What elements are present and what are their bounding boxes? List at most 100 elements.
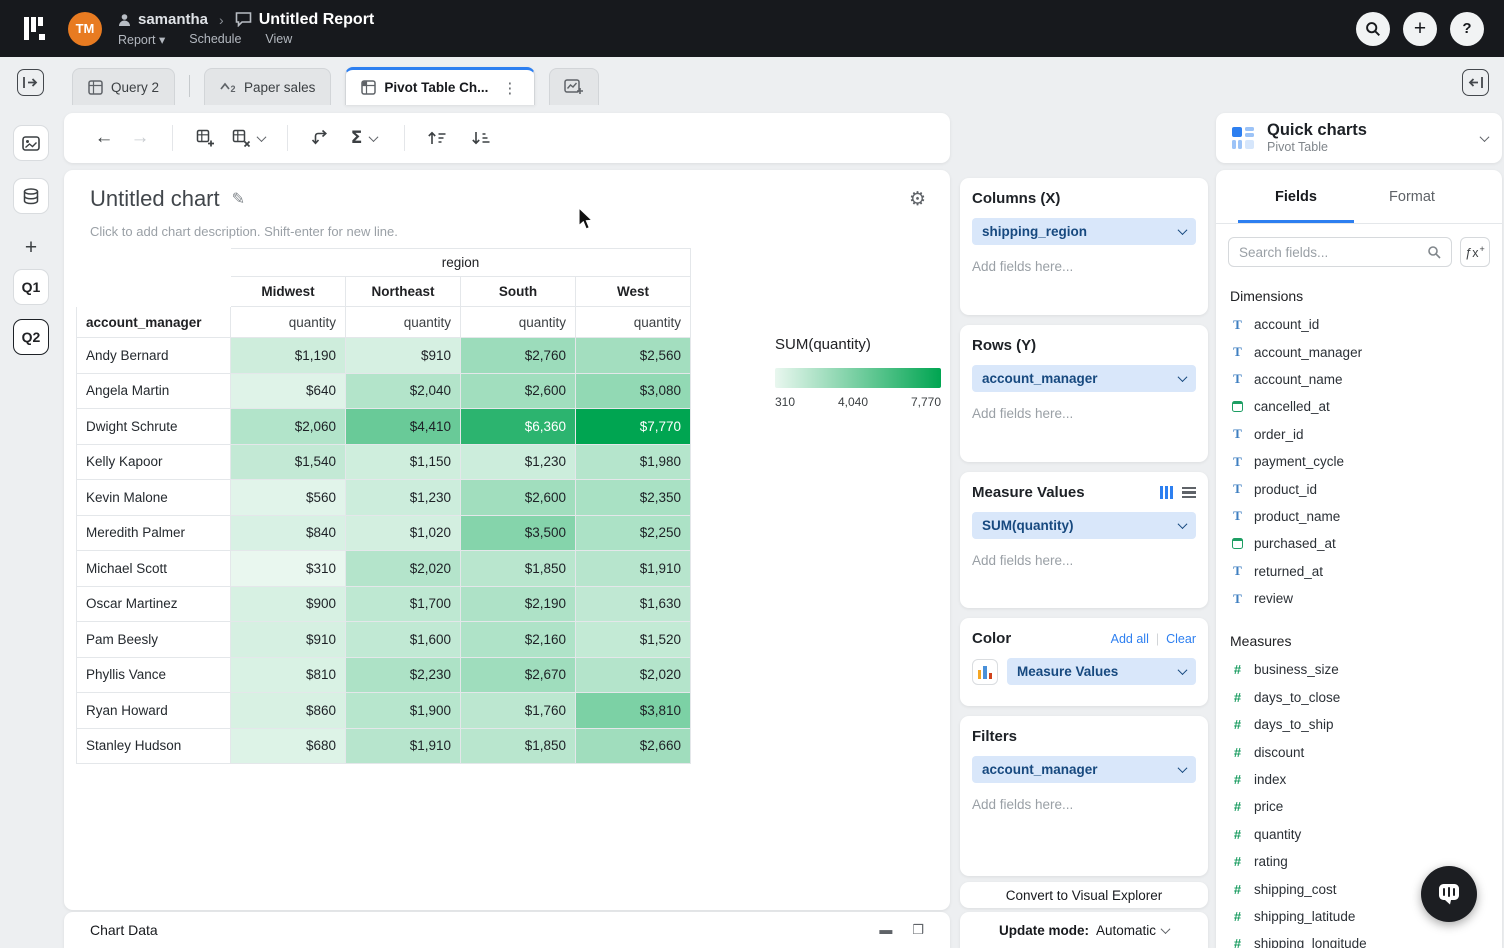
row-label[interactable]: Michael Scott: [77, 551, 231, 587]
add-pivot-field-button[interactable]: [187, 121, 223, 155]
redo-button[interactable]: →: [122, 121, 158, 155]
columns-field-pill[interactable]: shipping_region: [972, 218, 1196, 245]
heatmap-cell[interactable]: $3,080: [576, 373, 691, 409]
rows-field-pill[interactable]: account_manager: [972, 365, 1196, 392]
heatmap-cell[interactable]: $1,230: [461, 444, 576, 480]
clear-link[interactable]: Clear: [1166, 632, 1196, 646]
search-button[interactable]: [1356, 12, 1390, 46]
heatmap-cell[interactable]: $1,980: [576, 444, 691, 480]
heatmap-cell[interactable]: $2,670: [461, 657, 576, 693]
convert-to-visual-explorer-button[interactable]: Convert to Visual Explorer: [960, 882, 1208, 908]
heatmap-cell[interactable]: $2,600: [461, 373, 576, 409]
field-item-returned_at[interactable]: Treturned_at: [1230, 558, 1488, 585]
add-button[interactable]: +: [1403, 12, 1437, 46]
field-item-order_id[interactable]: Torder_id: [1230, 421, 1488, 448]
filter-field-pill[interactable]: account_manager: [972, 756, 1196, 783]
field-item-product_id[interactable]: Tproduct_id: [1230, 475, 1488, 502]
field-item-cancelled_at[interactable]: cancelled_at: [1230, 393, 1488, 420]
heatmap-cell[interactable]: $1,520: [576, 622, 691, 658]
field-item-shipping_longitude[interactable]: #shipping_longitude: [1230, 930, 1488, 948]
transpose-button[interactable]: [302, 121, 338, 155]
add-chart-tab[interactable]: [549, 68, 599, 105]
left-panel-toggle-icon[interactable]: [17, 69, 44, 96]
heatmap-cell[interactable]: $4,410: [346, 409, 461, 445]
field-item-discount[interactable]: #discount: [1230, 738, 1488, 765]
column-header[interactable]: West: [576, 277, 691, 307]
breadcrumb-username[interactable]: samantha: [138, 11, 208, 28]
row-label[interactable]: Kelly Kapoor: [77, 444, 231, 480]
heatmap-cell[interactable]: $2,060: [231, 409, 346, 445]
heatmap-cell[interactable]: $810: [231, 657, 346, 693]
heatmap-cell[interactable]: $1,630: [576, 586, 691, 622]
undo-button[interactable]: ←: [86, 121, 122, 155]
field-item-product_name[interactable]: Tproduct_name: [1230, 503, 1488, 530]
chart-description-placeholder[interactable]: Click to add chart description. Shift-en…: [90, 224, 398, 239]
edit-title-pencil-icon[interactable]: ✎: [232, 189, 245, 209]
add-calculated-field-button[interactable]: ƒx+: [1460, 237, 1490, 267]
menu-report[interactable]: Report ▾: [118, 32, 165, 47]
heatmap-cell[interactable]: $840: [231, 515, 346, 551]
field-item-account_name[interactable]: Taccount_name: [1230, 366, 1488, 393]
heatmap-cell[interactable]: $3,810: [576, 693, 691, 729]
columns-drop-placeholder[interactable]: Add fields here...: [972, 259, 1196, 274]
heatmap-cell[interactable]: $1,900: [346, 693, 461, 729]
column-header[interactable]: Northeast: [346, 277, 461, 307]
expand-icon[interactable]: ❒: [912, 922, 924, 938]
heatmap-cell[interactable]: $1,700: [346, 586, 461, 622]
heatmap-cell[interactable]: $6,360: [461, 409, 576, 445]
field-item-account_id[interactable]: Taccount_id: [1230, 311, 1488, 338]
menu-schedule[interactable]: Schedule: [189, 32, 241, 47]
field-item-days_to_close[interactable]: #days_to_close: [1230, 684, 1488, 711]
color-palette-icon[interactable]: [972, 659, 998, 685]
heatmap-cell[interactable]: $900: [231, 586, 346, 622]
heatmap-cell[interactable]: $1,230: [346, 480, 461, 516]
heatmap-cell[interactable]: $3,500: [461, 515, 576, 551]
row-label[interactable]: Angela Martin: [77, 373, 231, 409]
sort-descending-button[interactable]: [463, 121, 499, 155]
heatmap-cell[interactable]: $1,850: [461, 551, 576, 587]
tab-format[interactable]: Format: [1354, 170, 1470, 223]
row-label[interactable]: Andy Bernard: [77, 338, 231, 374]
heatmap-cell[interactable]: $2,350: [576, 480, 691, 516]
column-layout-icon[interactable]: [1160, 486, 1173, 499]
row-label[interactable]: Dwight Schrute: [77, 409, 231, 445]
measures-drop-placeholder[interactable]: Add fields here...: [972, 553, 1196, 568]
heatmap-cell[interactable]: $1,850: [461, 728, 576, 764]
heatmap-cell[interactable]: $2,760: [461, 338, 576, 374]
heatmap-cell[interactable]: $1,600: [346, 622, 461, 658]
breadcrumb-report-title[interactable]: Untitled Report: [259, 11, 375, 29]
heatmap-cell[interactable]: $2,190: [461, 586, 576, 622]
row-label[interactable]: Meredith Palmer: [77, 515, 231, 551]
menu-view[interactable]: View: [265, 32, 292, 47]
field-item-review[interactable]: Treview: [1230, 585, 1488, 612]
field-item-price[interactable]: #price: [1230, 793, 1488, 820]
heatmap-cell[interactable]: $910: [346, 338, 461, 374]
heatmap-cell[interactable]: $2,020: [576, 657, 691, 693]
heatmap-cell[interactable]: $1,150: [346, 444, 461, 480]
field-item-quantity[interactable]: #quantity: [1230, 821, 1488, 848]
query-page-q1[interactable]: Q1: [13, 269, 49, 305]
heatmap-cell[interactable]: $2,560: [576, 338, 691, 374]
help-button[interactable]: ?: [1450, 12, 1484, 46]
heatmap-cell[interactable]: $1,020: [346, 515, 461, 551]
aggregate-button[interactable]: Σ: [338, 121, 390, 155]
filters-drop-placeholder[interactable]: Add fields here...: [972, 797, 1196, 812]
heatmap-cell[interactable]: $2,660: [576, 728, 691, 764]
heatmap-cell[interactable]: $2,230: [346, 657, 461, 693]
mode-logo[interactable]: [20, 14, 50, 44]
heatmap-cell[interactable]: $2,600: [461, 480, 576, 516]
search-fields-input[interactable]: [1239, 245, 1427, 260]
heatmap-cell[interactable]: $7,770: [576, 409, 691, 445]
tab-query-2[interactable]: Query 2: [72, 68, 175, 105]
column-header[interactable]: South: [461, 277, 576, 307]
row-label[interactable]: Ryan Howard: [77, 693, 231, 729]
heatmap-cell[interactable]: $640: [231, 373, 346, 409]
field-item-account_manager[interactable]: Taccount_manager: [1230, 338, 1488, 365]
query-page-q2[interactable]: Q2: [13, 319, 49, 355]
remove-pivot-field-button[interactable]: [223, 121, 273, 155]
heatmap-cell[interactable]: $860: [231, 693, 346, 729]
heatmap-cell[interactable]: $1,760: [461, 693, 576, 729]
measure-field-pill[interactable]: SUM(quantity): [972, 512, 1196, 539]
row-label[interactable]: Stanley Hudson: [77, 728, 231, 764]
heatmap-cell[interactable]: $2,250: [576, 515, 691, 551]
